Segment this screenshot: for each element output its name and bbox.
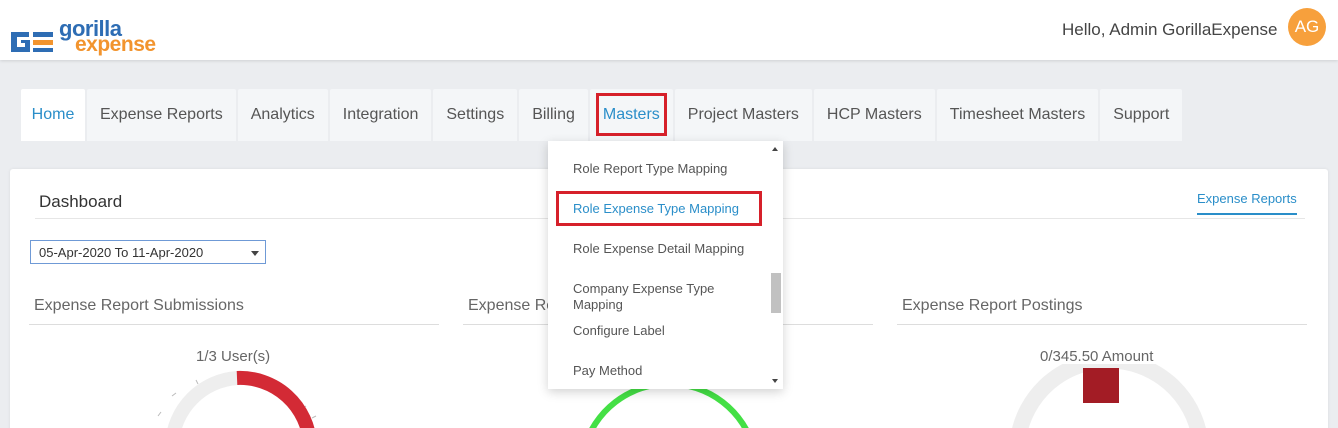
- gauge-green-arc: [589, 380, 749, 428]
- date-range-value: 05-Apr-2020 To 11-Apr-2020: [39, 245, 204, 260]
- top-header: gorilla expense Hello, Admin GorillaExpe…: [0, 0, 1338, 60]
- date-range-select[interactable]: 05-Apr-2020 To 11-Apr-2020: [30, 240, 266, 264]
- gorilla-expense-logo[interactable]: gorilla expense: [9, 16, 159, 60]
- panel-title-middle: Expense Re: [468, 297, 556, 314]
- tab-settings[interactable]: Settings: [433, 89, 518, 141]
- postings-gauge: [1012, 364, 1206, 428]
- gauge-marker: [1083, 368, 1119, 403]
- metric-postings: 0/345.50 Amount: [1040, 348, 1154, 365]
- submissions-gauge: [157, 370, 317, 428]
- menu-item-role-expense-detail-mapping[interactable]: Role Expense Detail Mapping: [573, 241, 753, 257]
- expense-reports-link[interactable]: Expense Reports: [1197, 191, 1297, 215]
- dashboard-title: Dashboard: [39, 192, 123, 211]
- gauge-track: [167, 371, 238, 428]
- main-nav-tabs: Home Expense Reports Analytics Integrati…: [21, 89, 1183, 141]
- tab-project-masters[interactable]: Project Masters: [674, 89, 812, 141]
- chevron-down-icon: [251, 251, 259, 256]
- tab-expense-reports[interactable]: Expense Reports: [87, 89, 236, 141]
- logo-mark-icon: [11, 32, 53, 52]
- selected-item-highlight-box: [556, 191, 762, 226]
- tab-analytics[interactable]: Analytics: [237, 89, 328, 141]
- panel-divider-submissions: [29, 324, 439, 325]
- scroll-down-arrow-icon[interactable]: [772, 379, 778, 383]
- menu-item-pay-method[interactable]: Pay Method: [573, 363, 753, 379]
- masters-dropdown-menu: Role Report Type Mapping Role Expense Ty…: [548, 141, 783, 389]
- menu-item-role-report-type-mapping[interactable]: Role Report Type Mapping: [573, 161, 753, 177]
- tab-support[interactable]: Support: [1100, 89, 1183, 141]
- user-avatar[interactable]: AG: [1288, 8, 1326, 46]
- tab-billing[interactable]: Billing: [519, 89, 588, 141]
- scroll-up-arrow-icon[interactable]: [772, 147, 778, 151]
- masters-highlight-box: [595, 93, 667, 136]
- menu-item-company-expense-type-mapping[interactable]: Company Expense Type Mapping: [573, 281, 733, 313]
- menu-item-configure-label[interactable]: Configure Label: [573, 323, 753, 339]
- tab-masters[interactable]: Masters: [589, 89, 673, 141]
- tab-timesheet-masters[interactable]: Timesheet Masters: [936, 89, 1099, 141]
- logo-word-expense: expense: [75, 33, 156, 56]
- menu-scrollbar[interactable]: [768, 141, 783, 389]
- scroll-thumb[interactable]: [771, 273, 781, 313]
- tab-integration[interactable]: Integration: [329, 89, 432, 141]
- metric-submissions: 1/3 User(s): [196, 348, 271, 365]
- tab-home[interactable]: Home: [21, 89, 85, 141]
- user-greeting: Hello, Admin GorillaExpense: [1062, 20, 1278, 39]
- panel-title-postings: Expense Report Postings: [902, 297, 1083, 314]
- gauge-value-arc: [236, 370, 315, 428]
- tab-hcp-masters[interactable]: HCP Masters: [813, 89, 935, 141]
- panel-divider-postings: [897, 324, 1307, 325]
- panel-title-submissions: Expense Report Submissions: [34, 297, 244, 314]
